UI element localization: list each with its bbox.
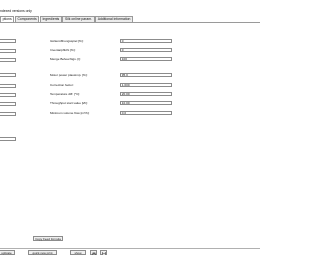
throughput-start-input[interactable]: 10,00 <box>120 101 172 106</box>
save-icon <box>101 251 106 255</box>
left-field-4[interactable] <box>0 73 16 78</box>
left-field-7[interactable] <box>0 102 16 107</box>
menge-befeuchtung-label: Menge Befeuchtgs. [l]: <box>50 57 81 61</box>
motor-power-label: Motor power plausimp. [%]: <box>50 73 88 77</box>
tab-divider <box>0 21 260 22</box>
left-field-8[interactable] <box>0 112 16 117</box>
correction-factor-label: Correction factor: <box>50 83 74 87</box>
print-button[interactable] <box>90 250 97 256</box>
print-icon <box>91 251 96 256</box>
show-button[interactable]: show <box>70 250 86 255</box>
duplicate-button[interactable]: uplicate <box>0 250 15 255</box>
minimum-volume-flow-label: Minimum volume flow [m³/h]: <box>50 111 90 115</box>
window-title-bar <box>0 0 260 10</box>
motor-power-input[interactable]: 95,0 <box>120 73 172 78</box>
left-field-9[interactable] <box>0 137 16 142</box>
throughput-start-label: Throughput start value [t/h]: <box>50 101 88 105</box>
left-field-1[interactable] <box>0 39 16 44</box>
left-field-2[interactable] <box>0 49 16 54</box>
left-field-3[interactable] <box>0 58 16 63</box>
left-field-6[interactable] <box>0 93 16 98</box>
temperature-diff-label: Temperature diff. [°C]: <box>50 92 81 96</box>
correction-factor-input[interactable]: 1,000 <box>120 83 172 88</box>
inventarpflicht-input[interactable]: 0 <box>120 48 172 53</box>
indexed-versions-option[interactable]: ndexed versions only <box>0 9 32 13</box>
gueltenoeffnungsspiel-label: Gültenöffnungsspiel [%]: <box>50 39 84 43</box>
minimum-volume-flow-input[interactable]: 0,0 <box>120 111 172 116</box>
save-button[interactable] <box>100 250 107 255</box>
inventarpflicht-label: Inventarpflicht [%]: <box>50 48 76 52</box>
temperature-diff-input[interactable]: 20,00 <box>120 92 172 97</box>
left-field-5[interactable] <box>0 84 16 89</box>
gueltenoeffnungsspiel-input[interactable]: 0 <box>120 39 172 44</box>
menge-befeuchtung-input[interactable]: 100 <box>120 57 172 62</box>
quick-new-print-button[interactable]: quick new print <box>28 250 57 255</box>
copy-feed-formula-button[interactable]: Copy Feed formula <box>33 236 63 241</box>
